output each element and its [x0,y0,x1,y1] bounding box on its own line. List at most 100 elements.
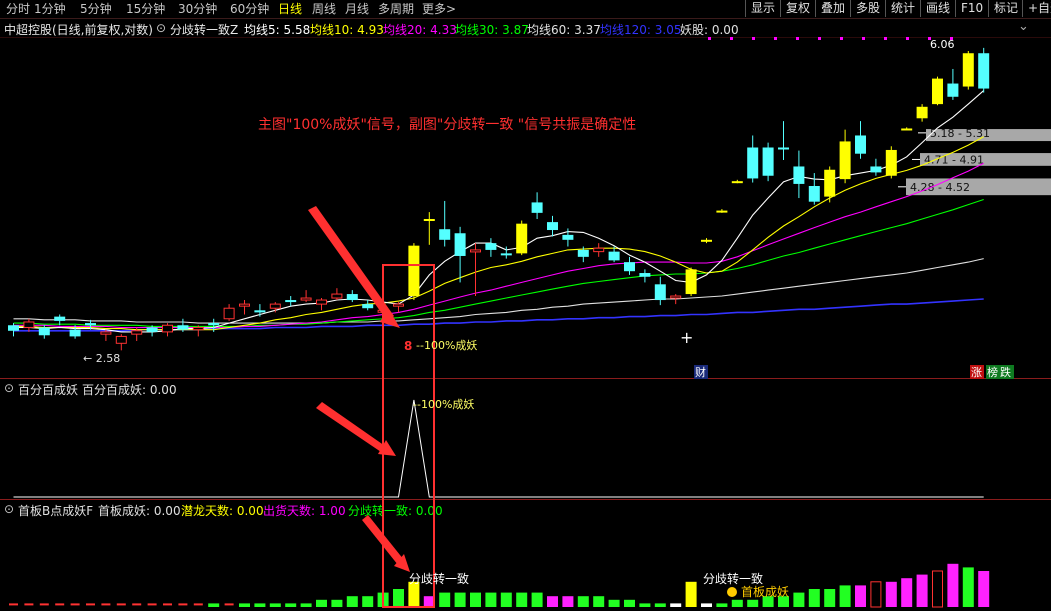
candle-body [408,245,420,297]
sub2-bar [855,585,866,607]
candle-body [423,218,435,221]
sub2-bar [670,603,682,607]
candle [547,215,558,237]
candle [870,158,882,176]
candle [855,121,866,159]
sub2-bar [178,603,188,606]
sub2-bar [947,563,959,607]
candle-body [685,269,697,295]
candle-body [793,166,805,184]
sub2-bar [9,603,18,606]
sub2-bar [39,603,49,606]
candle-body [778,147,789,150]
candle [23,318,35,332]
sub2-bar [731,599,743,607]
signal-dot [884,37,887,40]
high-price-label: 6.06 [930,38,955,51]
candle [793,150,805,199]
candle-body [393,303,404,307]
sub2-bar [346,596,358,607]
candle-body [824,169,836,197]
candle-body [285,300,297,303]
candle [285,296,297,307]
candle-body [300,297,312,301]
price-zones: 5.18 - 5.314.71 - 4.914.28 - 4.52 [898,127,1051,196]
candle-body [69,329,81,337]
candle [685,267,697,297]
candle-body [146,327,158,332]
arrow-pointers [308,206,410,572]
candle-body [131,330,143,335]
candle-body [85,323,96,326]
sub2-bar [86,603,95,606]
candle [331,288,343,301]
ma20-line [13,162,984,329]
candle [932,76,943,106]
candle-body [701,239,712,242]
sub2-bar [254,603,266,607]
sub2-signal-label-3: 首板成妖 [741,585,789,599]
sub2-bar [269,603,281,607]
candle [470,243,481,297]
star-icon [727,587,737,597]
sub2-bar [316,599,327,607]
candle-body [331,293,343,299]
candle-body [8,325,19,331]
sub2-bar [285,603,297,607]
candle-body [962,53,974,87]
candle-body [639,273,651,277]
sub2-bar [685,581,697,607]
sub2-bar [132,603,142,606]
sub2-bar [70,603,80,606]
candle [593,243,605,257]
candle [485,238,497,257]
candle [808,173,820,205]
sub2-bar [901,578,913,607]
candle [162,323,173,337]
sub2-bar [562,596,574,607]
sub2-bar [701,603,712,607]
candle-body [23,321,35,328]
sub2-bar [55,603,65,606]
arrow-sub1 [316,402,388,454]
candle-body [254,310,266,313]
candle-body [516,223,528,254]
candle-body [208,323,220,326]
candle [624,256,635,275]
sub2-bars [9,563,990,608]
candle-body [670,295,682,299]
candle-body [485,243,497,250]
candle-body [547,222,558,231]
sub2-bar [516,592,528,607]
sub1-line [13,399,984,498]
candle-body [500,253,512,256]
zhang-label: 涨 [971,366,982,379]
candle [978,47,990,93]
signal-dot [752,37,755,40]
sub2-bar [163,603,172,606]
candle [223,304,235,321]
sub1-plot [13,399,984,498]
candle-body [808,185,820,202]
price-zone-label: 4.71 - 4.91 [924,153,984,166]
signal-dot [818,37,821,40]
candle [516,220,528,256]
sub2-bar [439,592,451,607]
sub2-bar [824,589,836,607]
sub2-signal-label-2: 分歧转一致 [703,571,763,586]
sub2-bar [747,599,759,607]
candle [916,104,928,122]
kline-chart[interactable]: 5.18 - 5.314.71 - 4.914.28 - 4.52 主图"100… [0,0,1051,611]
candle [731,179,743,184]
sub2-bar [932,570,943,608]
candle-body [439,229,451,240]
sub2-bar [577,596,589,607]
candle [762,142,774,182]
sub2-bar [624,599,635,607]
candle [839,129,851,184]
signal-dot [796,37,799,40]
ma10-line [13,136,984,331]
candle-body [870,166,882,173]
candle-body [731,181,743,184]
candle-body [593,247,605,253]
